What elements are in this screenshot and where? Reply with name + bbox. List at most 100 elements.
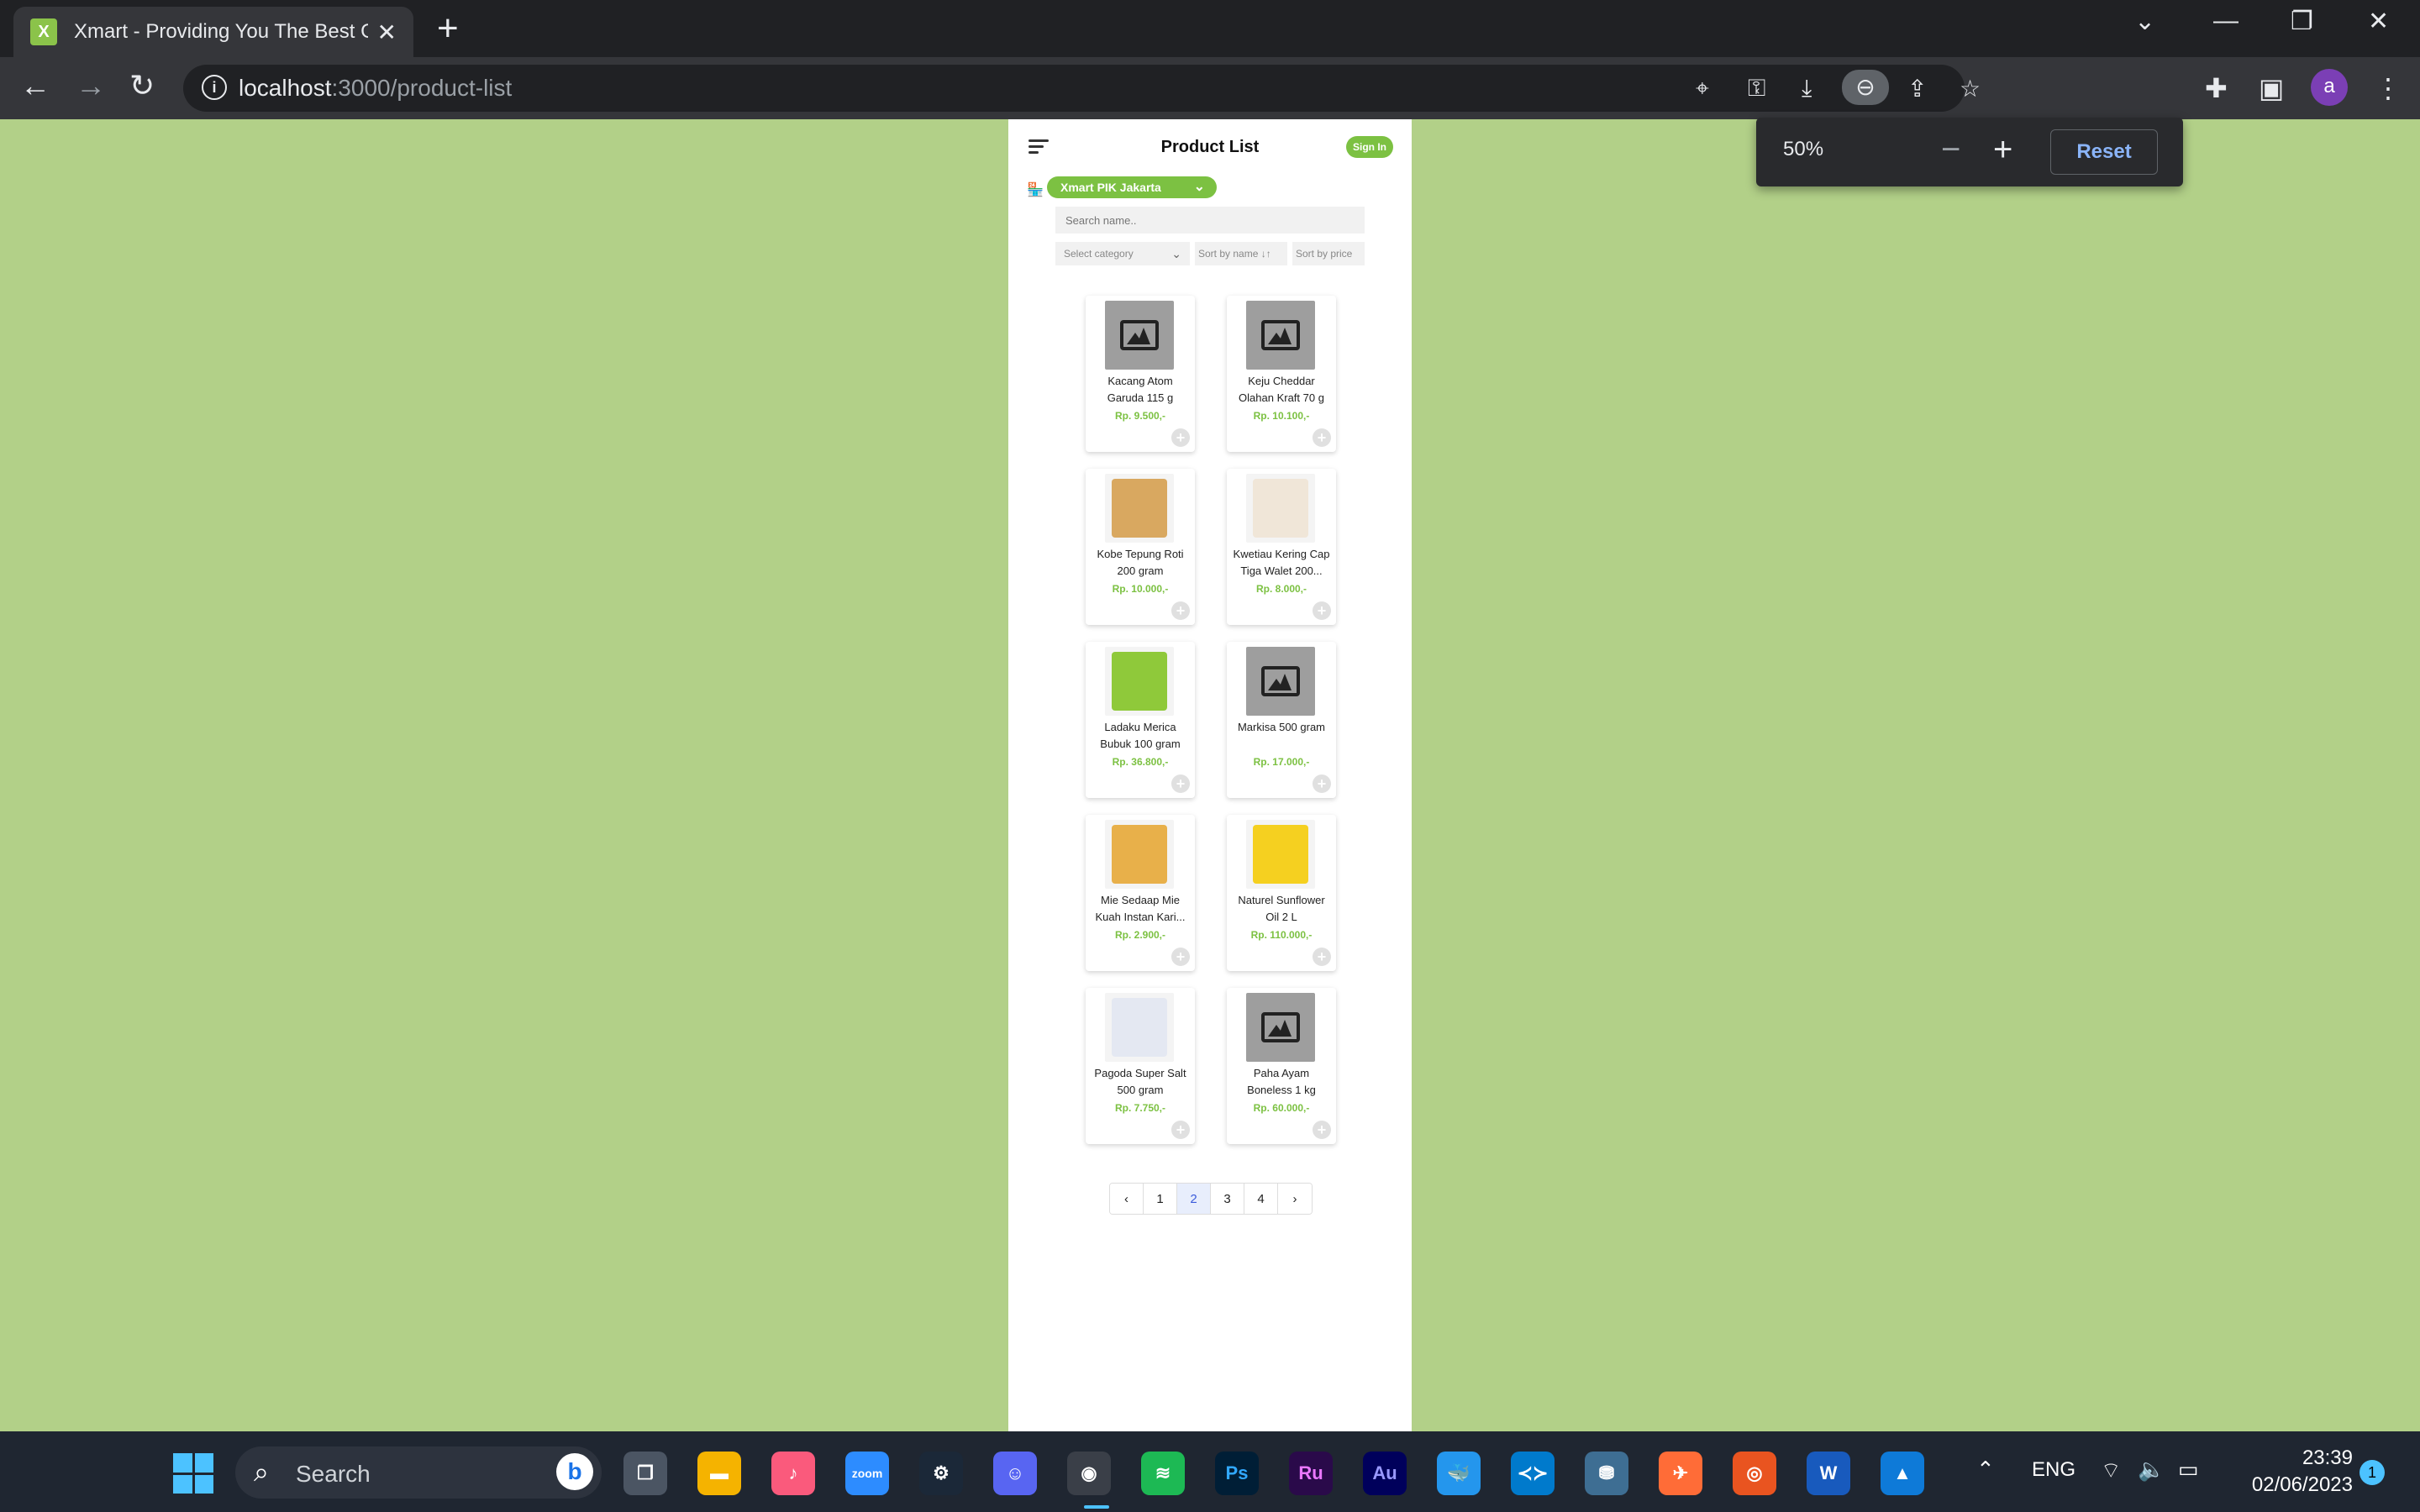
mysql-workbench-icon[interactable]: ⛃: [1585, 1452, 1628, 1495]
page-1-button[interactable]: 1: [1144, 1184, 1177, 1214]
product-card[interactable]: Ladaku Merica Bubuk 100 gram Rp. 36.800,-…: [1086, 642, 1195, 798]
product-card[interactable]: Kacang Atom Garuda 115 g Rp. 9.500,- +: [1086, 296, 1195, 452]
task-view-icon[interactable]: ❐: [623, 1452, 667, 1495]
store-selector[interactable]: Xmart PIK Jakarta ⌄: [1047, 176, 1217, 198]
steam-icon[interactable]: ⚙: [919, 1452, 963, 1495]
page-3-button[interactable]: 3: [1211, 1184, 1244, 1214]
add-to-cart-icon[interactable]: +: [1313, 774, 1331, 793]
side-panel-icon[interactable]: ▣: [2259, 72, 2284, 104]
zoom-app-icon[interactable]: zoom: [845, 1452, 889, 1495]
product-card[interactable]: Kobe Tepung Roti 200 gram Rp. 10.000,- +: [1086, 469, 1195, 625]
add-to-cart-icon[interactable]: +: [1171, 774, 1190, 793]
sort-price-label: Sort by price: [1296, 248, 1353, 260]
clock[interactable]: 23:39 02/06/2023: [2235, 1445, 2353, 1499]
page-2-button[interactable]: 2: [1177, 1184, 1211, 1214]
close-window-icon[interactable]: ✕: [2368, 7, 2389, 36]
battery-icon[interactable]: ▭: [2178, 1457, 2199, 1483]
pagination: ‹ 1 2 3 4 ›: [1109, 1183, 1313, 1215]
add-to-cart-icon[interactable]: +: [1313, 1121, 1331, 1139]
zoom-icon[interactable]: ⊖: [1842, 70, 1889, 105]
add-to-cart-icon[interactable]: +: [1171, 428, 1190, 447]
product-image: [1105, 647, 1174, 716]
product-card[interactable]: Naturel Sunflower Oil 2 L Rp. 110.000,- +: [1227, 815, 1336, 971]
url-text[interactable]: localhost:3000/product-list: [239, 75, 512, 102]
bookmark-star-icon[interactable]: ☆: [1960, 75, 1981, 102]
language-indicator[interactable]: ENG: [2032, 1458, 2075, 1482]
store-icon: 🏪: [1027, 183, 1044, 197]
photoshop-icon[interactable]: Ps: [1215, 1452, 1259, 1495]
forward-icon[interactable]: →: [76, 69, 106, 102]
minimize-window-icon[interactable]: —: [2213, 7, 2238, 35]
add-to-cart-icon[interactable]: +: [1171, 948, 1190, 966]
add-to-cart-icon[interactable]: +: [1171, 601, 1190, 620]
image-placeholder-icon: [1246, 993, 1315, 1062]
product-image: [1105, 820, 1174, 889]
volume-icon[interactable]: 🔈: [2138, 1457, 2165, 1483]
product-card[interactable]: Keju Cheddar Olahan Kraft 70 g Rp. 10.100…: [1227, 296, 1336, 452]
pagination-next-icon[interactable]: ›: [1278, 1184, 1312, 1214]
product-card[interactable]: Mie Sedaap Mie Kuah Instan Kari... Rp. 2.…: [1086, 815, 1195, 971]
spotify-icon[interactable]: ≋: [1141, 1452, 1185, 1495]
itunes-icon[interactable]: ♪: [771, 1452, 815, 1495]
vscode-icon[interactable]: ≺≻: [1511, 1452, 1555, 1495]
zoom-reset-button[interactable]: Reset: [2050, 129, 2158, 175]
postman-icon[interactable]: ✈: [1659, 1452, 1702, 1495]
product-card[interactable]: Paha Ayam Boneless 1 kg Rp. 60.000,- +: [1227, 988, 1336, 1144]
tab-close-icon[interactable]: ✕: [377, 18, 397, 46]
new-tab-icon[interactable]: +: [437, 10, 459, 47]
back-icon[interactable]: ←: [20, 69, 50, 102]
clock-date: 02/06/2023: [2251, 1473, 2353, 1496]
product-card[interactable]: Kwetiau Kering Cap Tiga Walet 200... Rp. …: [1227, 469, 1336, 625]
location-pin-icon[interactable]: ⌖: [1696, 75, 1709, 102]
docker-icon[interactable]: 🐳: [1437, 1452, 1481, 1495]
product-image: [1105, 993, 1174, 1062]
install-app-icon[interactable]: ⤓: [1802, 75, 1812, 102]
pagination-prev-icon[interactable]: ‹: [1110, 1184, 1144, 1214]
notification-badge[interactable]: 1: [2360, 1460, 2385, 1485]
reload-icon[interactable]: ↻: [129, 69, 155, 102]
tab-search-chevron-icon[interactable]: ⌄: [2134, 7, 2155, 36]
browser-menu-icon[interactable]: ⋮: [2375, 72, 2402, 104]
taskbar-search-box[interactable]: ⌕ Search b: [235, 1446, 602, 1499]
site-info-icon[interactable]: i: [202, 75, 227, 100]
wifi-icon[interactable]: ⌔: [2101, 1457, 2121, 1484]
zoom-out-button[interactable]: −: [1941, 129, 1960, 170]
bing-icon[interactable]: b: [556, 1453, 593, 1490]
product-price: Rp. 110.000,-: [1250, 929, 1313, 941]
browser-tab[interactable]: X Xmart - Providing You The Best Groceri…: [13, 7, 413, 57]
add-to-cart-icon[interactable]: +: [1313, 601, 1331, 620]
sort-by-price-button[interactable]: Sort by price: [1292, 242, 1365, 265]
product-card[interactable]: Pagoda Super Salt 500 gram Rp. 7.750,- +: [1086, 988, 1195, 1144]
restore-window-icon[interactable]: ❐: [2291, 7, 2313, 36]
photos-icon[interactable]: ▲: [1881, 1452, 1924, 1495]
search-input[interactable]: [1055, 207, 1365, 234]
category-select[interactable]: Select category ⌄: [1055, 242, 1190, 265]
page-4-button[interactable]: 4: [1244, 1184, 1278, 1214]
premiere-rush-icon[interactable]: Ru: [1289, 1452, 1333, 1495]
xmart-favicon-icon: X: [30, 18, 57, 45]
audition-icon[interactable]: Au: [1363, 1452, 1407, 1495]
file-explorer-icon[interactable]: ▬: [697, 1452, 741, 1495]
product-name: Ladaku Merica Bubuk 100 gram: [1100, 721, 1181, 750]
add-to-cart-icon[interactable]: +: [1171, 1121, 1190, 1139]
add-to-cart-icon[interactable]: +: [1313, 428, 1331, 447]
word-icon[interactable]: W: [1807, 1452, 1850, 1495]
discord-icon[interactable]: ☺: [993, 1452, 1037, 1495]
zoom-popup: 50% − + Reset: [1756, 118, 2183, 186]
show-hidden-icons-icon[interactable]: ⌃: [1976, 1457, 1995, 1483]
add-to-cart-icon[interactable]: +: [1313, 948, 1331, 966]
browser-toolbar: ← → ↻ i localhost:3000/product-list ⌖ ⚿ …: [0, 57, 2420, 119]
ubuntu-icon[interactable]: ◎: [1733, 1452, 1776, 1495]
chrome-icon[interactable]: ◉: [1067, 1452, 1111, 1495]
profile-avatar[interactable]: a: [2311, 69, 2348, 106]
extensions-puzzle-icon[interactable]: ✚: [2205, 72, 2228, 104]
address-bar[interactable]: i localhost:3000/product-list ⌖ ⚿ ⤓ ⊖ ⇪ …: [183, 65, 1981, 112]
sort-by-name-button[interactable]: Sort by name ↓↑: [1195, 242, 1287, 265]
sign-in-button[interactable]: Sign In: [1346, 136, 1393, 158]
product-card[interactable]: Markisa 500 gram Rp. 17.000,- +: [1227, 642, 1336, 798]
windows-start-icon[interactable]: [173, 1453, 213, 1494]
password-key-icon[interactable]: ⚿: [1748, 75, 1765, 102]
product-price: Rp. 2.900,-: [1114, 929, 1166, 941]
share-icon[interactable]: ⇪: [1907, 75, 1927, 102]
zoom-in-button[interactable]: +: [1993, 129, 2012, 170]
